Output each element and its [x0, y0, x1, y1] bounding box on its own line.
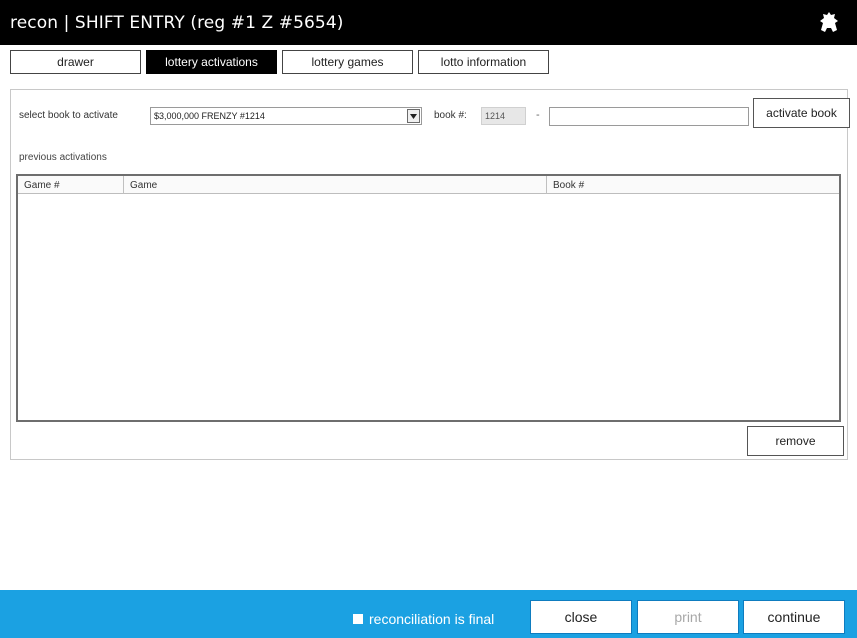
book-select[interactable]: $3,000,000 FRENZY #1214: [150, 107, 422, 125]
column-game-number[interactable]: Game #: [18, 176, 124, 194]
activation-row: select book to activate $3,000,000 FRENZ…: [19, 98, 850, 128]
print-button[interactable]: print: [637, 600, 739, 634]
table-header: Game # Game Book #: [18, 176, 839, 194]
book-number-label: book #:: [434, 110, 467, 121]
selected-book-value: $3,000,000 FRENZY #1214: [154, 111, 265, 121]
tab-lotto-information[interactable]: lotto information: [418, 50, 549, 74]
close-button[interactable]: close: [530, 600, 632, 634]
column-game[interactable]: Game: [124, 176, 547, 194]
select-book-label: select book to activate: [19, 110, 118, 121]
dropdown-arrow-icon[interactable]: [407, 109, 420, 123]
title-bar: recon | SHIFT ENTRY (reg #1 Z #5654): [0, 0, 857, 45]
continue-button[interactable]: continue: [743, 600, 845, 634]
previous-activations-table[interactable]: Game # Game Book #: [16, 174, 841, 422]
tab-bar: drawer lottery activations lottery games…: [10, 50, 554, 74]
footer-bar: reconciliation is final close print cont…: [0, 590, 857, 638]
remove-button[interactable]: remove: [747, 426, 844, 456]
activation-panel: select book to activate $3,000,000 FRENZ…: [10, 89, 850, 460]
tab-lottery-games[interactable]: lottery games: [282, 50, 413, 74]
book-suffix-input[interactable]: [549, 107, 749, 126]
reconciliation-final-label: reconciliation is final: [369, 611, 495, 627]
column-book-number[interactable]: Book #: [547, 176, 839, 194]
tab-lottery-activations[interactable]: lottery activations: [146, 50, 277, 74]
activate-book-button[interactable]: activate book: [753, 98, 850, 128]
book-number-value: 1214: [485, 111, 506, 121]
book-number-field: 1214: [481, 107, 526, 125]
tab-drawer[interactable]: drawer: [10, 50, 141, 74]
reconciliation-final-checkbox[interactable]: [353, 614, 363, 624]
previous-activations-label: previous activations: [19, 152, 107, 163]
alien-logo-icon: [820, 12, 838, 32]
reconciliation-final-toggle[interactable]: reconciliation is final: [353, 611, 494, 627]
book-separator: -: [536, 109, 540, 121]
window-title: recon | SHIFT ENTRY (reg #1 Z #5654): [10, 12, 344, 33]
